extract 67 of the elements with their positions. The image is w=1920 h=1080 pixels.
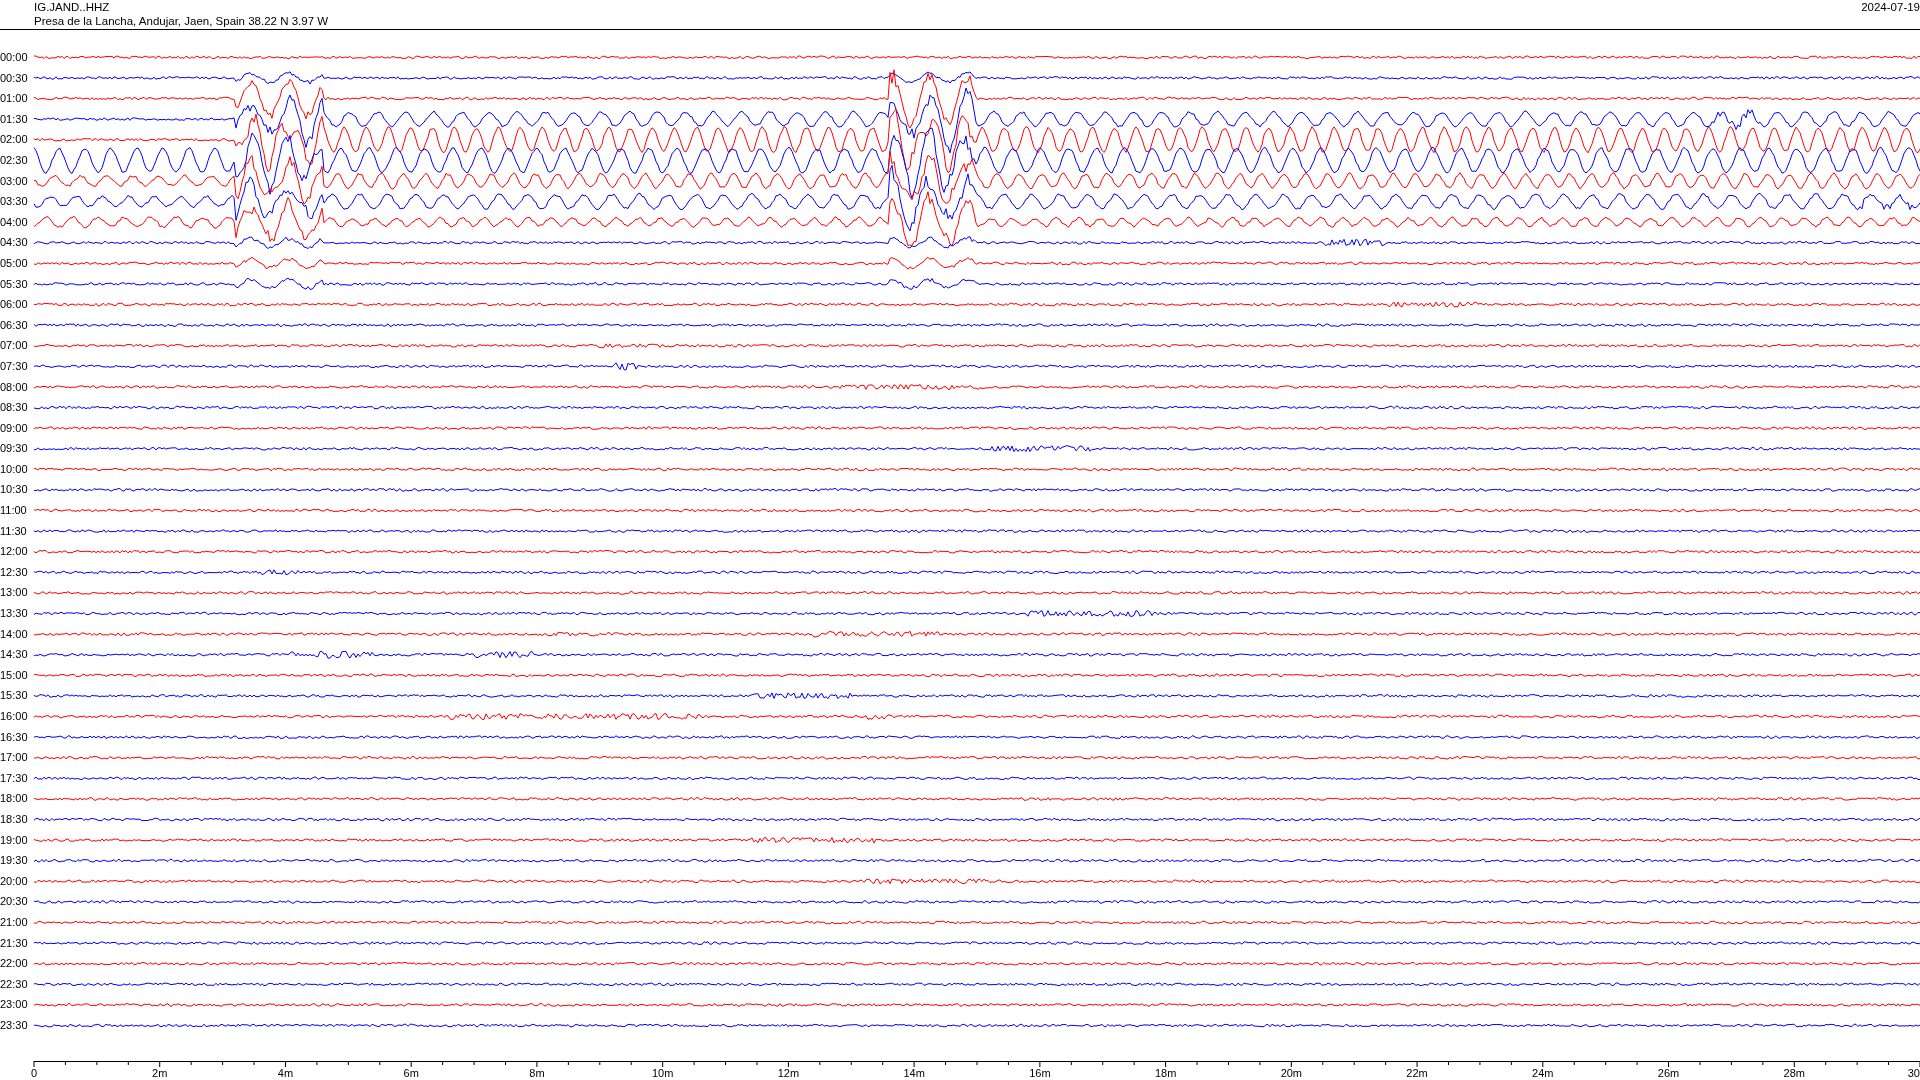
axis-tick-label: 12m bbox=[777, 1066, 800, 1079]
time-label: 09:00 bbox=[0, 420, 29, 436]
axis-tick-label: 2m bbox=[152, 1066, 168, 1079]
time-label: 07:00 bbox=[0, 338, 29, 354]
time-label: 03:00 bbox=[0, 173, 29, 189]
time-label: 16:30 bbox=[0, 729, 29, 745]
time-label: 07:30 bbox=[0, 358, 29, 374]
time-label: 15:00 bbox=[0, 667, 29, 683]
axis-tick-label: 18m bbox=[1154, 1066, 1177, 1079]
time-label: 22:00 bbox=[0, 956, 29, 972]
time-label: 14:00 bbox=[0, 626, 29, 642]
time-label: 11:00 bbox=[0, 503, 28, 519]
time-label: 10:00 bbox=[0, 461, 29, 477]
time-label: 01:30 bbox=[0, 111, 29, 127]
time-label: 00:30 bbox=[0, 70, 29, 86]
time-label: 08:30 bbox=[0, 400, 29, 416]
axis-tick-label: 10m bbox=[651, 1066, 674, 1079]
time-label: 21:00 bbox=[0, 914, 29, 930]
time-label: 21:30 bbox=[0, 935, 29, 951]
time-label: 02:00 bbox=[0, 132, 29, 148]
time-label: 12:30 bbox=[0, 564, 29, 580]
plot-date: 2024-07-19 bbox=[1861, 0, 1920, 15]
time-label: 08:00 bbox=[0, 379, 29, 395]
time-label: 05:00 bbox=[0, 255, 29, 271]
time-label: 11:30 bbox=[0, 523, 28, 539]
time-label: 23:30 bbox=[0, 1017, 29, 1033]
axis-tick-label: 24m bbox=[1532, 1066, 1554, 1079]
time-label: 19:00 bbox=[0, 832, 29, 848]
time-label: 22:30 bbox=[0, 976, 29, 992]
time-label: 10:30 bbox=[0, 482, 29, 498]
time-label: 23:00 bbox=[0, 997, 29, 1013]
axis-tick-label: 6m bbox=[403, 1066, 419, 1079]
station-code: IG.JAND..HHZ bbox=[34, 0, 111, 14]
axis-tick-label: 30 bbox=[1907, 1066, 1920, 1079]
axis-tick-label: 22m bbox=[1406, 1066, 1428, 1079]
station-location: Presa de la Lancha, Andujar, Jaen, Spain 38.22 N 3.97 W bbox=[34, 14, 329, 28]
time-label: 06:00 bbox=[0, 297, 29, 313]
time-label: 03:30 bbox=[0, 194, 29, 210]
time-label: 04:00 bbox=[0, 214, 29, 230]
axis-tick-label: 4m bbox=[277, 1066, 294, 1079]
time-label: 02:30 bbox=[0, 152, 29, 168]
time-label: 04:30 bbox=[0, 235, 29, 251]
time-label: 19:30 bbox=[0, 853, 29, 869]
time-label: 16:00 bbox=[0, 709, 29, 724]
time-label: 20:00 bbox=[0, 873, 29, 889]
time-label: 15:30 bbox=[0, 688, 29, 704]
time-label: 20:30 bbox=[0, 894, 29, 910]
axis-tick-label: 0 bbox=[30, 1066, 38, 1079]
time-label: 12:00 bbox=[0, 544, 29, 560]
time-label: 09:30 bbox=[0, 441, 29, 457]
axis-tick-label: 28m bbox=[1783, 1066, 1805, 1079]
time-label: 01:00 bbox=[0, 91, 29, 107]
axis-tick-label: 14m bbox=[903, 1066, 925, 1079]
time-label: 18:00 bbox=[0, 791, 29, 807]
time-label: 05:30 bbox=[0, 276, 29, 292]
time-label: 17:00 bbox=[0, 750, 29, 766]
time-label: 18:30 bbox=[0, 811, 29, 827]
time-label: 14:30 bbox=[0, 647, 29, 663]
time-label: 13:30 bbox=[0, 606, 29, 622]
axis-tick-label: 20m bbox=[1280, 1066, 1303, 1079]
axis-tick-label: 8m bbox=[529, 1066, 545, 1079]
axis-tick-label: 26m bbox=[1657, 1066, 1680, 1079]
axis-tick-label: 16m bbox=[1029, 1066, 1051, 1079]
time-label: 00:00 bbox=[0, 50, 29, 65]
time-label: 13:00 bbox=[0, 585, 29, 601]
time-label: 06:30 bbox=[0, 317, 29, 333]
time-label: 17:30 bbox=[0, 770, 29, 786]
